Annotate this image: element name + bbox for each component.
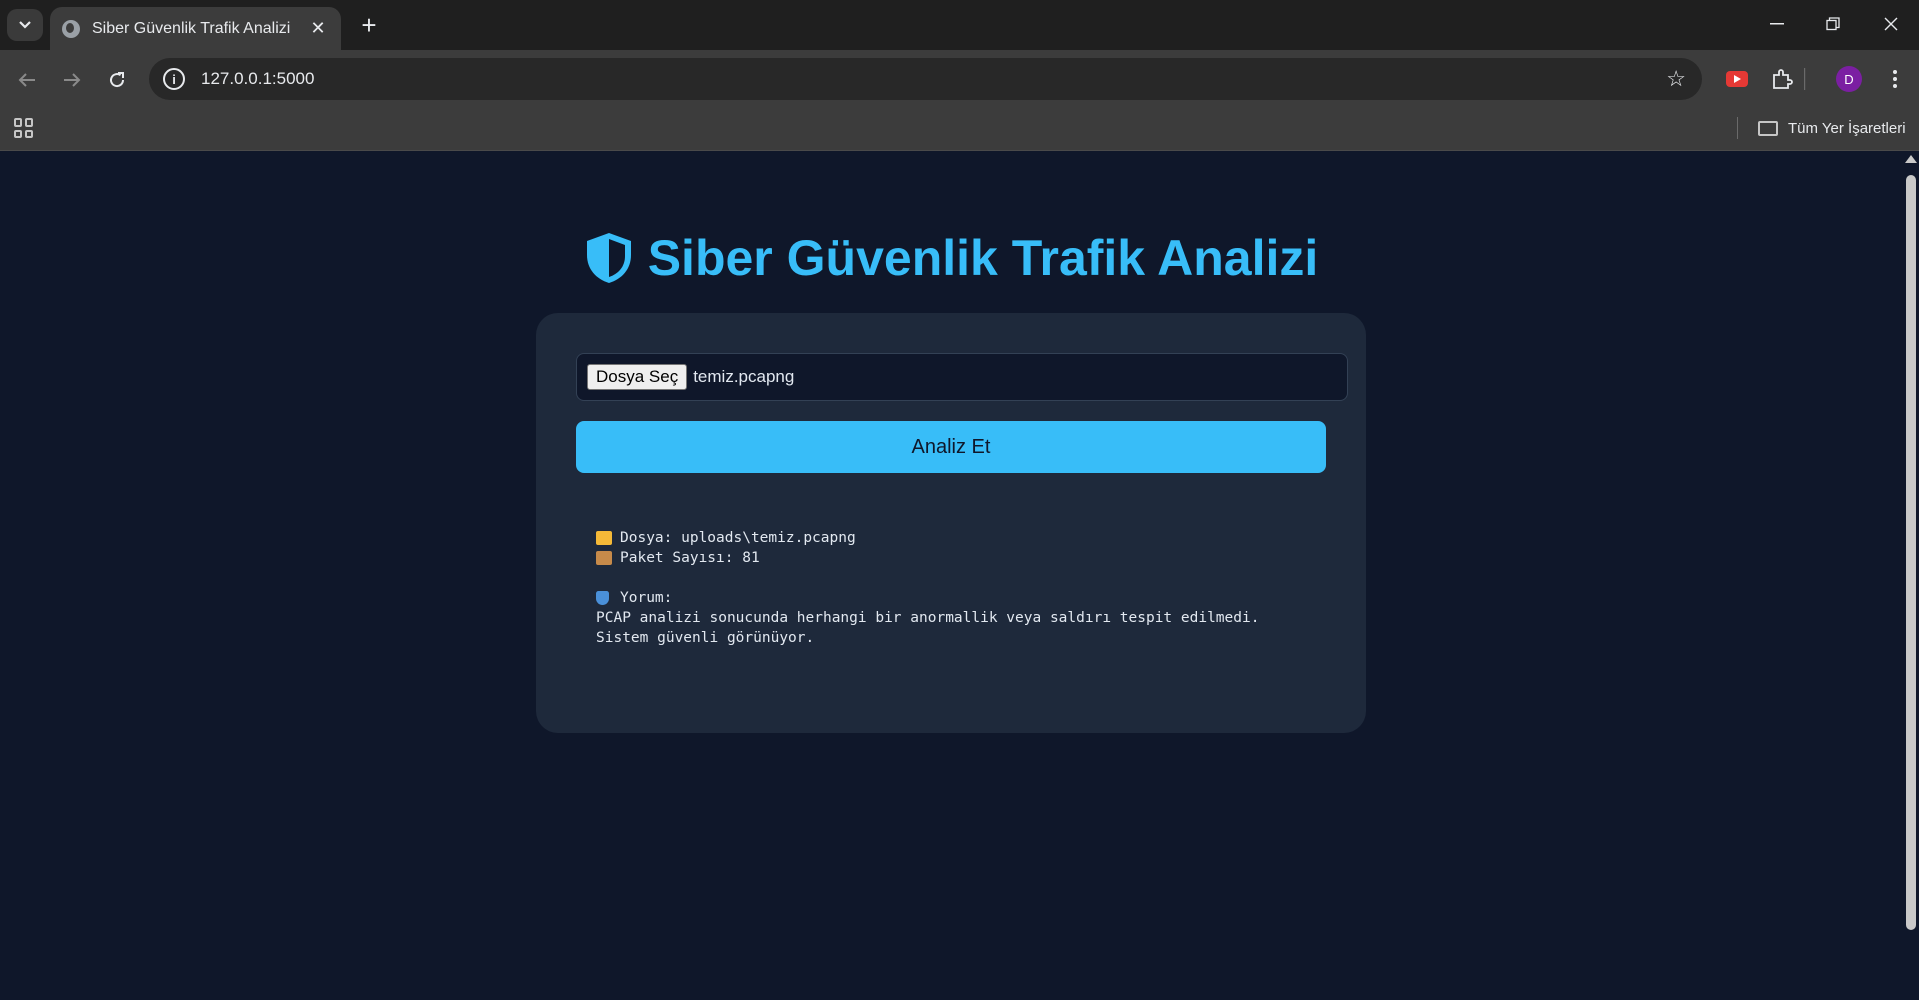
result-file-row: Dosya: uploads\temiz.pcapng	[596, 528, 1316, 548]
shield-icon	[586, 233, 631, 283]
tab-strip: Siber Güvenlik Trafik Analizi ✕ +	[0, 0, 1919, 50]
restore-button[interactable]	[1808, 6, 1858, 42]
menu-button[interactable]	[1880, 64, 1910, 94]
scrollbar[interactable]	[1902, 151, 1919, 1000]
tab-title: Siber Güvenlik Trafik Analizi	[92, 19, 291, 37]
result-comment-label: Yorum:	[620, 590, 673, 606]
forward-button[interactable]	[54, 62, 90, 98]
choose-file-button[interactable]: Dosya Seç	[587, 364, 688, 390]
page-title-text: Siber Güvenlik Trafik Analizi	[647, 230, 1319, 286]
all-bookmarks-button[interactable]: Tüm Yer İşaretleri	[1758, 116, 1906, 140]
close-window-icon	[1884, 17, 1898, 31]
analyze-button[interactable]: Analiz Et	[576, 421, 1326, 473]
back-button[interactable]	[9, 62, 45, 98]
globe-icon	[62, 19, 80, 38]
tab-active[interactable]: Siber Güvenlik Trafik Analizi ✕	[50, 7, 341, 50]
file-input[interactable]: Dosya Seç temiz.pcapng	[576, 353, 1348, 401]
arrow-left-icon	[18, 73, 35, 87]
more-vert-icon	[1893, 70, 1897, 88]
result-comment-line-1: PCAP analizi sonucunda herhangi bir anor…	[596, 610, 1260, 626]
extensions-button[interactable]	[1767, 64, 1797, 94]
profile-initial: D	[1844, 71, 1854, 87]
apps-grid-icon[interactable]	[14, 118, 34, 138]
browser-chrome: Siber Güvenlik Trafik Analizi ✕ + i 127.…	[0, 0, 1919, 151]
address-bar[interactable]: i 127.0.0.1:5000 ☆	[149, 58, 1702, 100]
info-icon[interactable]: i	[163, 68, 185, 90]
all-bookmarks-label: Tüm Yer İşaretleri	[1788, 119, 1906, 137]
result-spacer	[596, 568, 1316, 588]
upload-card: Dosya Seç temiz.pcapng Analiz Et Dosya: …	[536, 313, 1366, 733]
reload-button[interactable]	[99, 62, 135, 98]
close-window-button[interactable]	[1866, 6, 1916, 42]
minimize-icon	[1770, 23, 1784, 25]
result-packet-row: Paket Sayısı: 81	[596, 548, 1316, 568]
result-file-text: Dosya: uploads\temiz.pcapng	[620, 530, 856, 546]
result-comment-label-row: Yorum:	[596, 588, 1316, 608]
folder-emoji-icon	[596, 531, 612, 545]
star-icon[interactable]: ☆	[1666, 66, 1686, 92]
page-viewport: Siber Güvenlik Trafik Analizi Dosya Seç …	[0, 151, 1919, 1000]
arrow-right-icon	[64, 73, 81, 87]
url-text[interactable]: 127.0.0.1:5000	[201, 69, 1666, 89]
scroll-up-arrow-icon[interactable]	[1905, 155, 1917, 163]
profile-avatar[interactable]: D	[1834, 64, 1864, 94]
bookmarks-divider	[1737, 117, 1738, 139]
selected-file-name: temiz.pcapng	[693, 367, 795, 386]
result-packet-text: Paket Sayısı: 81	[620, 550, 760, 566]
tab-search-button[interactable]	[7, 9, 43, 41]
close-icon[interactable]: ✕	[307, 18, 329, 39]
extension-youtube-icon[interactable]	[1722, 64, 1752, 94]
restore-icon	[1826, 17, 1840, 31]
browser-toolbar: i 127.0.0.1:5000 ☆ D	[0, 50, 1919, 108]
puzzle-icon	[1773, 69, 1793, 89]
toolbar-divider	[1800, 64, 1810, 94]
folder-icon	[1758, 120, 1778, 136]
bookmarks-bar: Tüm Yer İşaretleri	[0, 108, 1919, 151]
reload-icon	[110, 72, 125, 88]
scroll-thumb[interactable]	[1906, 175, 1916, 930]
minimize-button[interactable]	[1752, 6, 1802, 42]
page-title: Siber Güvenlik Trafik Analizi	[0, 229, 1902, 287]
new-tab-button[interactable]: +	[353, 10, 385, 40]
youtube-icon	[1726, 71, 1748, 87]
chevron-down-icon	[19, 21, 31, 29]
analysis-result: Dosya: uploads\temiz.pcapng Paket Sayısı…	[596, 528, 1316, 648]
package-emoji-icon	[596, 551, 612, 565]
shield-emoji-icon	[596, 591, 609, 605]
result-comment-line-2: Sistem güvenli görünüyor.	[596, 630, 815, 646]
